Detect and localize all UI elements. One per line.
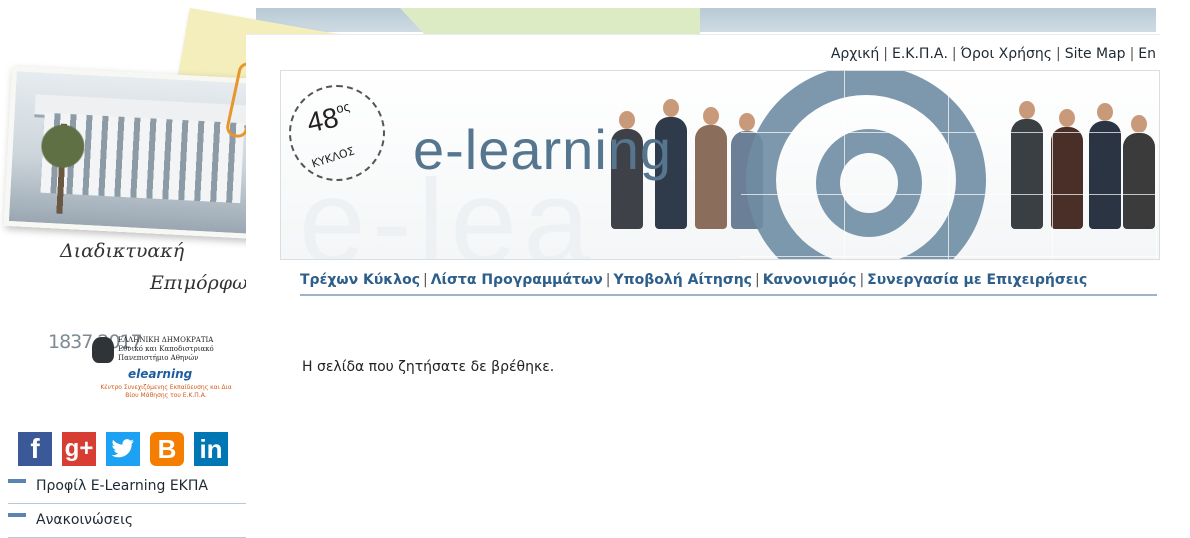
logo-brand: elearning [128, 367, 193, 381]
sidebar-item-label: Προφίλ E-Learning ΕΚΠΑ [36, 478, 208, 494]
banner-title: e-learning [413, 118, 673, 181]
link-ekpa[interactable]: Ε.Κ.Π.Α. [892, 46, 948, 62]
separator: | [951, 46, 957, 62]
sidebar-item-marker [8, 513, 26, 517]
nav-business-cooperation[interactable]: Συνεργασία με Επιχειρήσεις [867, 272, 1087, 288]
sidebar-item-profile[interactable]: Προφίλ E-Learning ΕΚΠΑ [8, 470, 258, 504]
top-links: Αρχική | Ε.Κ.Π.Α. | Όροι Χρήσης | Site Map | En [831, 46, 1156, 62]
linkedin-icon[interactable]: in [194, 432, 228, 466]
blogger-icon[interactable]: B [150, 432, 184, 466]
university-seal-icon [92, 337, 114, 363]
separator: | [883, 46, 888, 62]
nav-current-cycle[interactable]: Τρέχων Κύκλος [300, 272, 420, 288]
separator: | [423, 272, 428, 288]
facebook-icon[interactable]: f [18, 432, 52, 466]
nav-program-list[interactable]: Λίστα Προγραμμάτων [431, 272, 603, 288]
main-navigation: Τρέχων Κύκλος | Λίστα Προγραμμάτων | Υποβολή… [300, 272, 1157, 296]
person-figure [695, 107, 727, 229]
page-not-found-message: Η σελίδα που ζητήσατε δε βρέθηκε. [302, 359, 555, 375]
sidebar-item-marker [8, 479, 26, 483]
separator: | [1055, 46, 1061, 62]
link-sitemap[interactable]: Site Map [1065, 46, 1126, 62]
sidebar-item-label: Ανακοινώσεις [36, 512, 134, 528]
nav-submit-application[interactable]: Υποβολή Αίτησης [613, 272, 752, 288]
logo-institution: ΕΛΛΗΝΙΚΗ ΔΗΜΟΚΡΑΤΙΑ Εθνικό και Καποδιστρ… [118, 336, 214, 362]
link-terms[interactable]: Όροι Χρήσης [961, 46, 1052, 62]
e-learning-banner: e-lea 48ος ΚΥΚΛΟΣ e-learning [280, 70, 1160, 260]
logo-subtitle: Κέντρο Συνεχιζόμενης Εκπαίδευσης και Δια… [100, 384, 232, 399]
banner-grid-overlay [741, 71, 1159, 259]
link-home[interactable]: Αρχική [831, 46, 879, 62]
separator: | [1129, 46, 1135, 62]
google-plus-icon[interactable]: g+ [62, 432, 96, 466]
palm-tree [29, 122, 95, 216]
twitter-icon[interactable] [106, 432, 140, 466]
social-links: f g+ B in [18, 432, 228, 466]
handwritten-title-line1: Διαδικτυακή [60, 240, 185, 262]
separator: | [605, 272, 611, 288]
twitter-bird-glyph [111, 439, 134, 458]
separator: | [859, 272, 865, 288]
sidebar-item-announcements[interactable]: Ανακοινώσεις [8, 504, 258, 538]
link-english[interactable]: En [1138, 46, 1156, 62]
university-logo[interactable]: 1837 2017 ΕΛΛΗΝΙΚΗ ΔΗΜΟΚΡΑΤΙΑ Εθνικό και… [48, 333, 238, 406]
stamp-suffix: ος [334, 98, 351, 117]
sidebar-nav: Προφίλ E-Learning ΕΚΠΑ Ανακοινώσεις [8, 470, 258, 538]
nav-regulation[interactable]: Κανονισμός [763, 272, 857, 288]
decorative-paper-green [400, 8, 700, 34]
separator: | [754, 272, 760, 288]
